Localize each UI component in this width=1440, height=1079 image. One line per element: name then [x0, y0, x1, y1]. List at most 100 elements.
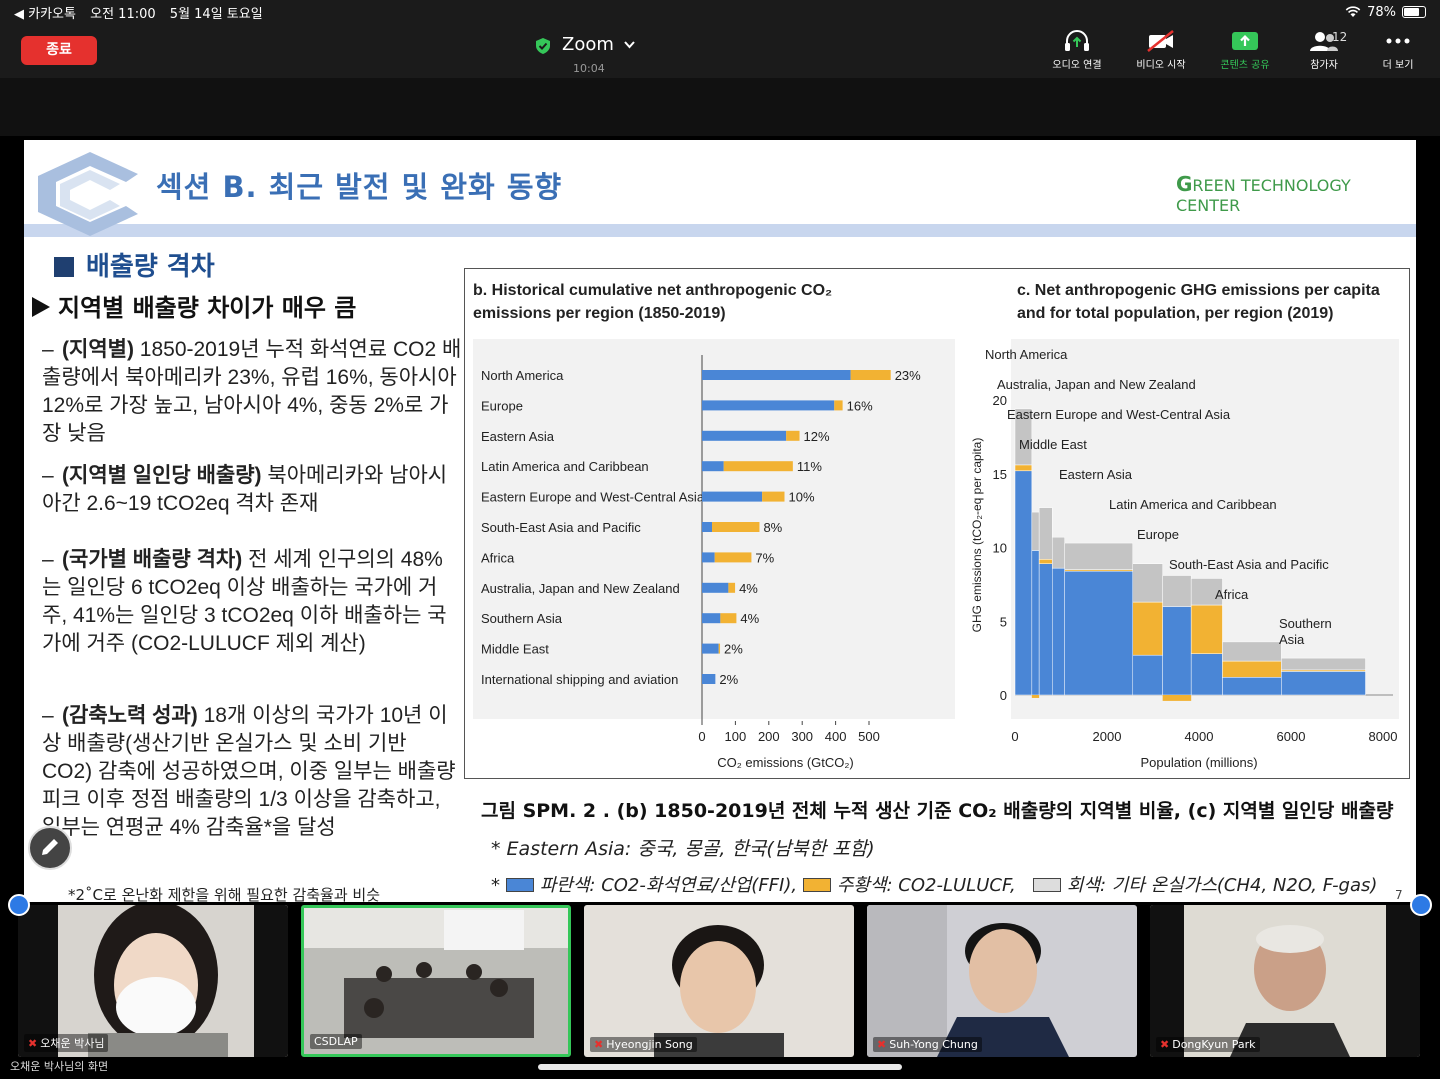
participant-tile[interactable]: ✖ DongKyun Park — [1150, 905, 1420, 1057]
chart-c-bar — [1132, 654, 1163, 696]
chart-b-bar — [720, 613, 737, 624]
chart-b-bar — [728, 582, 736, 593]
collapse-strip-button[interactable] — [1410, 894, 1432, 916]
participant-video — [1150, 905, 1420, 1057]
participant-strip: ✖ 오채운 박사님 CSDLAP ✖ Hyeongjin Song ✖ Suh-Yon… — [0, 902, 1440, 1079]
legend-swatch-gray — [1032, 878, 1061, 892]
chart-c-region-label: Southern — [1279, 616, 1332, 631]
end-meeting-button[interactable]: 종료 — [21, 36, 97, 65]
participant-tile-active[interactable]: CSDLAP — [301, 905, 571, 1057]
bullet-mitigation: – (감축노력 성과) 18개 이상의 국가가 10년 이상 배출량(생산기반 온… — [42, 704, 456, 839]
share-screen-icon — [1232, 32, 1258, 50]
legend-blue: 파란색: CO2-화석연료/산업(FFI), — [539, 875, 798, 896]
participants-button[interactable]: 12 참가자 — [1284, 30, 1364, 71]
chart-b-category-label: North America — [481, 368, 564, 383]
footnote: *2˚C로 온난화 제한을 위해 필요한 감축율과 비슷 — [68, 886, 381, 902]
chart-b-bar — [702, 643, 719, 654]
chart-c-bar — [1014, 464, 1033, 472]
chart-c-bar — [1014, 470, 1033, 696]
chart-c-bar-negative — [1031, 695, 1040, 698]
chart-c-bar-negative — [1162, 695, 1192, 701]
participant-tile[interactable]: ✖ Suh-Yong Chung — [867, 905, 1137, 1057]
chart-c-bar — [1052, 536, 1065, 569]
chart-c-ylabel: GHG emissions (tCO₂-eq per capita) — [970, 438, 984, 633]
chart-b-bar — [702, 674, 716, 684]
chart-c-bar — [1031, 550, 1040, 696]
chart-c-bar — [1038, 563, 1053, 696]
share-area-top — [0, 78, 1440, 136]
org-logo: GREEN TECHNOLOGY CENTER — [1176, 172, 1416, 215]
chart-b-data-label: 23% — [895, 368, 921, 383]
start-video-button[interactable]: 비디오 시작 — [1121, 30, 1201, 71]
chart-c-ytick-label: 15 — [993, 467, 1007, 482]
chart-b-tick-label: 400 — [825, 729, 847, 744]
zoom-toolbar: 종료 Zoom 10:04 오디오 연결 비디오 시작 콘텐츠 공유 12 참가… — [0, 24, 1440, 78]
chart-b-bar — [786, 430, 800, 441]
participant-video — [584, 905, 854, 1057]
mic-muted-icon: ✖ — [28, 1037, 38, 1050]
screen-owner-label: 오채운 박사님의 화면 — [10, 1060, 109, 1073]
status-bar: ◀ 카카오톡 오전 11:00 5월 14일 토요일 78% — [0, 0, 1440, 24]
more-button[interactable]: 더 보기 — [1358, 30, 1438, 71]
chart-c-bar — [1052, 567, 1065, 696]
date: 5월 14일 토요일 — [169, 6, 263, 22]
chart-c-bar — [1281, 671, 1366, 696]
clock: 오전 11:00 — [90, 6, 156, 22]
participant-tile[interactable]: ✖ 오채운 박사님 — [18, 905, 288, 1057]
participant-name: ✖ Suh-Yong Chung — [873, 1037, 982, 1052]
chart-b-bar — [714, 552, 752, 563]
chart-b-data-label: 12% — [804, 429, 830, 444]
mic-muted-icon: ✖ — [1160, 1038, 1170, 1051]
chart-b-data-label: 16% — [847, 398, 873, 413]
chart-c-bar — [1162, 575, 1192, 607]
shared-slide: 섹션 B. 최근 발전 및 완화 동향 GREEN TECHNOLOGY CEN… — [24, 140, 1416, 902]
pencil-icon — [42, 839, 58, 855]
bullet-label: (국가별 배출량 격차) — [62, 548, 243, 571]
chart-b-bar — [834, 400, 843, 411]
meeting-info[interactable]: Zoom 10:04 — [536, 34, 646, 75]
audio-connect-button[interactable]: 오디오 연결 — [1037, 30, 1117, 71]
chart-c-bar — [1038, 559, 1053, 564]
chart-c-title: c. Net anthropogenic GHG emissions per c… — [1017, 282, 1380, 322]
participant-video — [304, 908, 568, 1054]
chart-c-bar — [1190, 604, 1223, 654]
chart-c-bar — [1222, 660, 1282, 678]
chart-c-bar — [1222, 641, 1282, 662]
legend-yellow: 주황색: CO2-LULUCF, — [836, 875, 1016, 896]
chart-c-bar — [1038, 507, 1053, 560]
chart-b-bar — [702, 400, 835, 411]
bullet-label: (감축노력 성과) — [62, 704, 198, 727]
chart-b-data-label: 7% — [755, 550, 774, 565]
chart-b-bar — [702, 430, 787, 441]
screen-icon[interactable] — [8, 894, 30, 916]
chart-b-data-label: 4% — [740, 611, 759, 626]
participant-tile[interactable]: ✖ Hyeongjin Song — [584, 905, 854, 1057]
participant-name: CSDLAP — [310, 1034, 362, 1049]
annotate-pencil-button[interactable] — [28, 826, 72, 870]
chart-b-data-label: 11% — [797, 459, 822, 474]
chart-b-bar — [850, 370, 891, 380]
share-content-button[interactable]: 콘텐츠 공유 — [1205, 30, 1285, 71]
main-bullet-text: 지역별 배출량 차이가 매우 큼 — [58, 294, 357, 322]
chart-b-bar — [702, 522, 713, 532]
bullet-per-capita: – (지역별 일인당 배출량) 북아메리카와 남아시아간 2.6~19 tCO2e… — [42, 464, 448, 515]
chart-c-bar — [1190, 653, 1223, 696]
back-to-app[interactable]: ◀ 카카오톡 — [14, 7, 76, 22]
org-name: REEN TECHNOLOGY CENTER — [1176, 176, 1351, 215]
home-indicator[interactable] — [538, 1064, 902, 1070]
headphones-icon — [1065, 30, 1089, 51]
chart-b-bar — [702, 491, 763, 502]
chart-b-data-label: 2% — [724, 642, 743, 657]
chart-c-xtick-label: 8000 — [1369, 729, 1398, 744]
chart-b-bar — [712, 522, 760, 532]
color-legend: * 파란색: CO2-화석연료/산업(FFI), 주황색: CO2-LULUCF… — [491, 875, 1378, 896]
chart-b-bar — [702, 370, 851, 380]
legend-gray: 회색: 기타 온실가스(CH4, N2O, F-gas) — [1066, 875, 1378, 896]
chart-b-category-label: International shipping and aviation — [481, 672, 678, 687]
chart-b-tick-label: 100 — [725, 729, 747, 744]
chart-c-xtick-label: 4000 — [1185, 729, 1214, 744]
bullet-label: (지역별) — [62, 338, 134, 361]
chart-c-ytick-label: 10 — [993, 541, 1007, 556]
page-number: 7 — [1395, 888, 1403, 902]
mic-muted-icon: ✖ — [594, 1038, 604, 1051]
